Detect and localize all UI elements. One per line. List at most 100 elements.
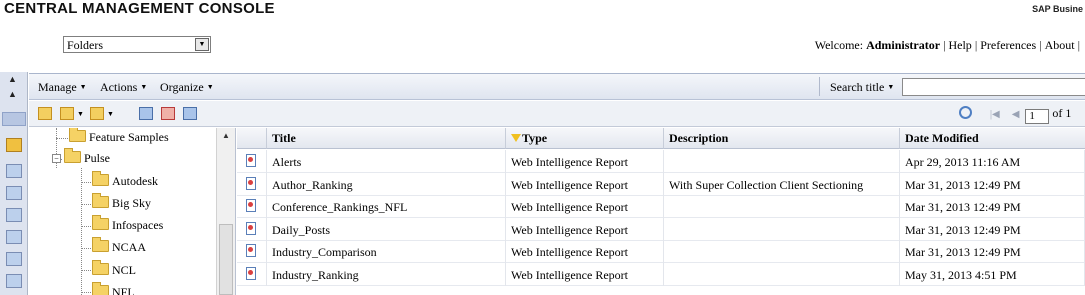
tree-guide-line <box>81 168 82 295</box>
cell-type: Web Intelligence Report <box>506 217 664 241</box>
user-security-icon[interactable] <box>161 107 175 120</box>
welcome-bar: Welcome: Administrator | Help | Preferences |… <box>815 38 1083 53</box>
folder-icon <box>69 128 86 142</box>
cell-title: Industry_Ranking <box>267 263 506 286</box>
refresh-icon[interactable] <box>959 106 972 119</box>
search-input[interactable] <box>902 78 1085 96</box>
add-icon[interactable] <box>90 107 104 120</box>
schedule-icon[interactable] <box>183 107 197 120</box>
about-link[interactable]: About <box>1045 38 1075 52</box>
webi-report-icon <box>246 267 256 280</box>
cell-icon <box>237 195 267 219</box>
column-header-type[interactable]: Type <box>506 128 664 149</box>
search-title-label: Search title <box>830 80 885 94</box>
collapse-up-icon[interactable]: ▲ <box>8 90 17 99</box>
column-header-title[interactable]: Title <box>267 128 506 149</box>
cell-date: Mar 31, 2013 12:49 PM <box>900 195 1085 219</box>
inbox-icon[interactable] <box>6 186 22 200</box>
welcome-trailing-sep: | <box>1077 38 1080 52</box>
table-row[interactable]: Daily_Posts Web Intelligence Report Mar 31… <box>237 217 1085 241</box>
cell-icon <box>237 263 267 286</box>
tree-item-label: Autodesk <box>112 174 158 188</box>
cell-icon <box>237 240 267 264</box>
prev-page-icon[interactable]: ◀ <box>1006 109 1026 120</box>
table-row[interactable]: Industry_Ranking Web Intelligence Report M… <box>237 263 1085 286</box>
tree-item-pulse[interactable]: − Pulse <box>52 148 110 171</box>
cell-title: Industry_Comparison <box>267 240 506 264</box>
folder-icon <box>92 237 109 252</box>
caret-down-icon[interactable]: ▼ <box>77 110 84 118</box>
tree-scrollbar[interactable]: ▲ <box>216 128 235 295</box>
cell-date: Mar 31, 2013 12:49 PM <box>900 217 1085 241</box>
properties-icon[interactable] <box>139 107 153 120</box>
tree-item-big-sky[interactable]: Big Sky <box>92 193 151 216</box>
manage-menu-label: Manage <box>38 80 77 94</box>
action-toolbar: ▼ ▼ |◀ ◀ 1 of 1 <box>29 101 1085 127</box>
settings-icon[interactable] <box>2 112 26 126</box>
collapse-top-icon[interactable]: ▲ <box>8 75 17 84</box>
manage-menu[interactable]: Manage ▼ <box>38 80 87 95</box>
new-document-icon[interactable] <box>60 107 74 120</box>
universe-icon[interactable] <box>6 274 22 288</box>
servers-icon[interactable] <box>6 252 22 266</box>
menu-toolbar: Manage ▼ Actions ▼ Organize ▼ Search title ▼ <box>29 73 1085 100</box>
folder-icon <box>92 282 109 295</box>
table-row[interactable]: Conference_Rankings_NFL Web Intelligence … <box>237 195 1085 219</box>
tree-item-nfl[interactable]: NFL <box>92 282 135 295</box>
search-title-dropdown[interactable]: Search title ▼ <box>830 80 894 95</box>
page-count: of 1 <box>1052 106 1072 120</box>
tree-item-ncl[interactable]: NCL <box>92 260 136 283</box>
column-header-label: Type <box>522 131 548 145</box>
tree-guide-line <box>81 226 91 227</box>
first-page-icon[interactable]: |◀ <box>984 109 1006 120</box>
cell-icon <box>237 172 267 196</box>
table-row[interactable]: Industry_Comparison Web Intelligence Repo… <box>237 240 1085 264</box>
caret-down-icon[interactable]: ▼ <box>107 110 114 118</box>
cell-description <box>664 240 900 264</box>
column-header-description[interactable]: Description <box>664 128 900 149</box>
webi-report-icon <box>246 221 256 235</box>
tree-guide-line <box>81 204 91 205</box>
help-link[interactable]: Help <box>948 38 971 52</box>
tree-guide-line <box>81 270 91 271</box>
categories-icon[interactable] <box>6 164 22 178</box>
cell-date: May 31, 2013 4:51 PM <box>900 263 1085 286</box>
tree-item-feature-samples[interactable]: Feature Samples <box>69 128 169 150</box>
webi-report-icon <box>246 244 256 258</box>
tree-item-ncaa[interactable]: NCAA <box>92 237 146 260</box>
tree-item-infospaces[interactable]: Infospaces <box>92 215 163 238</box>
collapse-minus-icon[interactable]: − <box>52 154 61 163</box>
preferences-link[interactable]: Preferences <box>980 38 1036 52</box>
new-folder-icon[interactable] <box>38 107 52 120</box>
webi-report-icon <box>246 154 256 167</box>
users-icon[interactable] <box>6 208 22 222</box>
table-row[interactable]: Author_Ranking Web Intelligence Report Wit… <box>237 172 1085 196</box>
filter-icon[interactable] <box>511 134 521 142</box>
caret-down-icon: ▼ <box>79 83 87 91</box>
page-number-input[interactable]: 1 <box>1025 109 1050 124</box>
tree-guide-line <box>81 248 91 249</box>
cell-title: Conference_Rankings_NFL <box>267 195 506 219</box>
organize-menu[interactable]: Organize ▼ <box>160 80 214 95</box>
tree-item-autodesk[interactable]: Autodesk <box>92 171 158 194</box>
table-row[interactable]: Alerts Web Intelligence Report Apr 29, 201… <box>237 150 1085 173</box>
left-icon-strip: ▲ ▲ <box>0 72 28 295</box>
results-table: Title Type Description Date Modified Ale… <box>237 128 1085 295</box>
scroll-thumb[interactable] <box>219 224 233 295</box>
app-title: CENTRAL MANAGEMENT CONSOLE <box>4 0 275 17</box>
column-header-label: Title <box>272 131 296 145</box>
folder-icon <box>92 260 109 275</box>
folder-icon <box>92 215 109 230</box>
folder-select[interactable]: Folders ▼ <box>63 36 211 53</box>
folder-tree: Feature Samples − Pulse Autodesk Big Sky … <box>29 128 236 295</box>
cell-title: Daily_Posts <box>267 217 506 241</box>
folders-icon[interactable] <box>6 138 22 152</box>
scroll-up-icon[interactable]: ▲ <box>222 131 230 140</box>
groups-icon[interactable] <box>6 230 22 244</box>
column-header-date-modified[interactable]: Date Modified <box>900 128 1085 149</box>
actions-menu[interactable]: Actions ▼ <box>100 80 147 95</box>
pager: |◀ ◀ 1 of 1 <box>959 106 1071 124</box>
welcome-prefix: Welcome: <box>814 38 867 52</box>
tree-guide-line <box>81 182 91 183</box>
chevron-down-icon[interactable]: ▼ <box>195 38 209 51</box>
